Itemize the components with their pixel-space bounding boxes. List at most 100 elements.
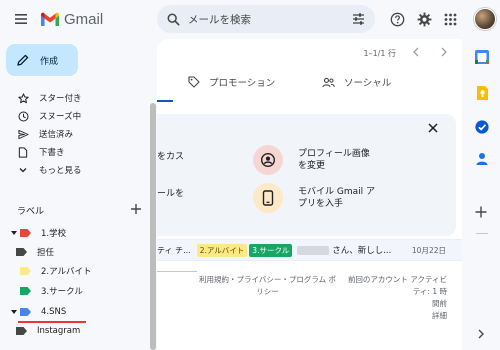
- chevron-right-icon: [441, 47, 447, 57]
- apps-grid-icon: [444, 13, 456, 25]
- email-snippet: さん、新しし...: [332, 246, 392, 256]
- label-item-instagram[interactable]: Instagram: [0, 322, 150, 340]
- prev-page-button[interactable]: [410, 45, 422, 59]
- label-name: 2.アルバイト: [41, 267, 92, 277]
- keep-icon: [477, 86, 488, 100]
- caret-down-icon[interactable]: [9, 230, 18, 236]
- label-tag-icon: [16, 248, 27, 256]
- hamburger-icon: [15, 14, 27, 24]
- sidebar-item-starred[interactable]: スター付き: [0, 89, 150, 107]
- gmail-m-icon: [41, 12, 59, 26]
- search-input[interactable]: メールを検索: [188, 12, 344, 27]
- plus-icon: [131, 204, 141, 214]
- draft-icon: [17, 146, 29, 158]
- keep-button[interactable]: [474, 85, 490, 101]
- label-chip-parttime[interactable]: 2.アルバイト: [196, 243, 248, 257]
- settings-button[interactable]: [414, 9, 434, 29]
- main-menu-button[interactable]: [10, 8, 32, 30]
- side-panel-rail: [462, 39, 500, 350]
- tab-label: ソーシャル: [344, 78, 392, 89]
- email-subject: ティ チ...: [157, 245, 191, 255]
- send-icon: [17, 128, 29, 140]
- email-date: 10月22日: [411, 245, 446, 255]
- setup-item-partial-1[interactable]: をカス: [157, 151, 184, 163]
- setup-item-profile-photo[interactable]: プロフィール画像 を変更: [298, 148, 370, 172]
- get-addons-button[interactable]: [474, 205, 490, 221]
- sidebar-item-label: スヌーズ中: [39, 112, 82, 122]
- label-tag-icon: [20, 308, 31, 316]
- sidebar-item-label: スター付き: [39, 94, 82, 104]
- label-item-homeroom[interactable]: 担任: [0, 243, 150, 261]
- caret-down-icon[interactable]: [9, 309, 18, 315]
- pencil-icon: [17, 54, 29, 66]
- label-item-parttime[interactable]: 2.アルバイト: [0, 262, 150, 280]
- account-avatar[interactable]: [474, 8, 496, 30]
- setup-card: をカス ールを プロフィール画像 を変更 モバイル Gmail ア プリを入手: [157, 114, 456, 236]
- sidebar-item-label: 下書き: [39, 148, 65, 158]
- help-icon: [390, 12, 404, 26]
- tab-promotions[interactable]: プロモーション: [188, 75, 275, 89]
- chevron-right-icon: [478, 329, 484, 339]
- compose-button[interactable]: 作成: [6, 44, 78, 76]
- sidebar-item-more[interactable]: もっと見る: [0, 161, 150, 179]
- labels-heading: ラベル: [17, 207, 45, 217]
- label-item-sns[interactable]: 4.SNS: [0, 303, 150, 321]
- search-icon[interactable]: [167, 13, 180, 26]
- activity-details-link[interactable]: 詳細: [345, 310, 447, 322]
- pagination-range: 1–1/1 行: [363, 49, 396, 58]
- close-icon: [428, 123, 438, 133]
- sidebar-item-sent[interactable]: 送信済み: [0, 125, 150, 143]
- search-bar[interactable]: メールを検索: [157, 5, 375, 33]
- calendar-button[interactable]: [474, 49, 490, 65]
- label-item-school[interactable]: 1.学校: [0, 224, 150, 242]
- tab-social[interactable]: ソーシャル: [322, 75, 391, 89]
- chevron-down-icon: [17, 164, 29, 176]
- redacted-sender: [297, 245, 330, 255]
- mobile-phone-icon: [253, 183, 283, 213]
- label-name: 担任: [37, 248, 55, 258]
- label-chip-circle[interactable]: 3.サークル: [249, 243, 293, 257]
- sidebar-item-label: 送信済み: [39, 130, 74, 140]
- label-tag-icon: [20, 229, 31, 237]
- close-setup-button[interactable]: [425, 120, 441, 136]
- label-item-circle[interactable]: 3.サークル: [0, 282, 150, 300]
- label-name: 4.SNS: [41, 307, 67, 317]
- label-tag-icon: [20, 267, 31, 275]
- sidebar-item-drafts[interactable]: 下書き: [0, 143, 150, 161]
- hide-side-panel-button[interactable]: [474, 327, 490, 343]
- tab-label: プロモーション: [209, 78, 276, 89]
- sidebar-item-label: もっと見る: [39, 166, 82, 176]
- calendar-icon: [475, 50, 489, 64]
- label-name: 1.学校: [41, 229, 67, 239]
- sidebar-scrollbar[interactable]: [150, 103, 156, 350]
- help-button[interactable]: [387, 9, 407, 29]
- setup-item-mobile-app[interactable]: モバイル Gmail ア プリを入手: [298, 186, 375, 210]
- footer-divider: [157, 271, 197, 272]
- contacts-button[interactable]: [474, 151, 490, 167]
- rail-divider: [476, 233, 488, 234]
- email-row[interactable]: ティ チ... 2.アルバイト 3.サークル さん、新しし... 10月22日: [157, 239, 462, 261]
- setup-item-partial-2[interactable]: ールを: [157, 188, 184, 200]
- label-name: 3.サークル: [41, 287, 83, 297]
- sidebar-item-snoozed[interactable]: スヌーズ中: [0, 107, 150, 125]
- footer-links[interactable]: 利用規約・プライバシー・プログラム ポ リシー: [195, 274, 340, 298]
- tasks-icon: [475, 120, 489, 134]
- search-options-icon[interactable]: [352, 13, 365, 25]
- compose-label: 作成: [40, 56, 59, 67]
- gear-icon: [417, 12, 431, 26]
- chevron-left-icon: [413, 47, 419, 57]
- add-label-button[interactable]: [129, 202, 143, 216]
- label-tag-icon: [20, 287, 31, 295]
- tasks-button[interactable]: [474, 119, 490, 135]
- plus-icon: [475, 206, 487, 218]
- label-name: Instagram: [37, 326, 81, 336]
- active-tab-indicator: [157, 100, 173, 102]
- contacts-icon: [476, 153, 488, 165]
- next-page-button[interactable]: [438, 45, 450, 59]
- profile-photo-icon: [253, 145, 283, 175]
- gmail-logo[interactable]: Gmail: [40, 9, 103, 29]
- apps-button[interactable]: [440, 9, 460, 29]
- star-icon: [17, 92, 29, 104]
- clock-icon: [17, 110, 29, 122]
- account-activity: 前回のアカウント アクティビティ: 1 時 間前 詳細: [345, 274, 447, 322]
